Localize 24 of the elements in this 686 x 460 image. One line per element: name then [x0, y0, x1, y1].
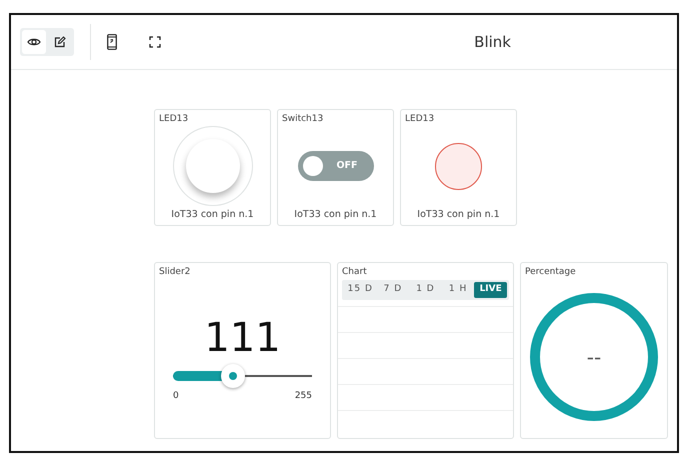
- widget-title: Percentage: [525, 266, 577, 278]
- min-label: 0: [173, 390, 179, 403]
- range-tab[interactable]: LIVE: [474, 282, 507, 298]
- slider-thumb[interactable]: [221, 364, 246, 388]
- range-tab[interactable]: 1 H: [442, 282, 474, 298]
- widget-title: LED13: [405, 113, 436, 125]
- widget-title: LED13: [159, 113, 190, 125]
- widget-title: Switch13: [282, 113, 324, 125]
- max-label: 255: [294, 390, 312, 403]
- fullscreen-icon[interactable]: [149, 36, 161, 48]
- widget-caption: IoT33 con pin n.1: [416, 208, 501, 222]
- range-tab[interactable]: 15 D: [344, 282, 377, 298]
- gauge-reading: --: [586, 344, 602, 370]
- range-tab[interactable]: 1 D: [409, 282, 442, 298]
- range-tab[interactable]: 7 D: [376, 282, 410, 298]
- eye-icon[interactable]: [22, 30, 46, 54]
- widget-title: Slider2: [159, 266, 192, 278]
- slider-track[interactable]: [173, 364, 312, 388]
- dashboard-title: Blink: [474, 32, 511, 53]
- slider-value: 111: [203, 318, 282, 358]
- widget-caption: IoT33 con pin n.1: [170, 208, 255, 222]
- widget-caption: IoT33 con pin n.1: [293, 208, 378, 222]
- widget-title: Chart: [341, 266, 368, 278]
- phone-icon[interactable]: [107, 34, 117, 50]
